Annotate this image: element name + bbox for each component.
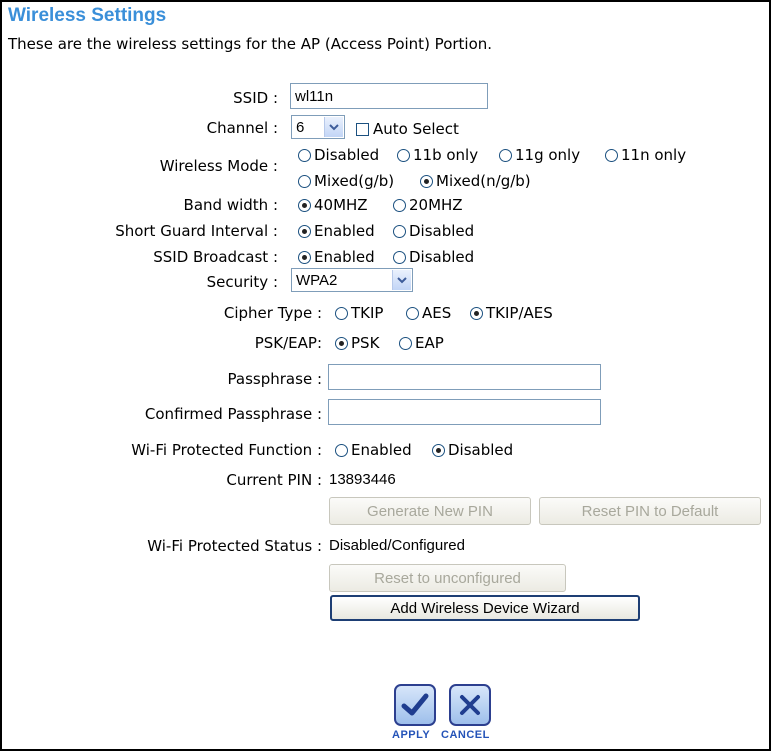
- wps-function-option-enabled[interactable]: Enabled: [335, 440, 412, 460]
- option-label: Disabled: [448, 441, 514, 459]
- cancel-button[interactable]: [449, 684, 491, 726]
- option-label: 20MHZ: [409, 196, 463, 214]
- ssid-input[interactable]: [290, 83, 488, 109]
- page-title: Wireless Settings: [8, 5, 167, 26]
- band-width-option-20mhz[interactable]: 20MHZ: [393, 195, 463, 215]
- eap-option[interactable]: EAP: [399, 333, 444, 353]
- passphrase-input[interactable]: [328, 364, 601, 390]
- radio-icon[interactable]: [393, 224, 406, 238]
- cipher-option-tkip-aes[interactable]: TKIP/AES: [470, 303, 553, 323]
- radio-icon[interactable]: [399, 336, 412, 350]
- passphrase-label: Passphrase :: [227, 370, 322, 388]
- psk-option[interactable]: PSK: [335, 333, 379, 353]
- band-width-option-40mhz[interactable]: 40MHZ: [298, 195, 368, 215]
- radio-icon[interactable]: [393, 250, 406, 264]
- wps-function-option-disabled[interactable]: Disabled: [432, 440, 513, 460]
- band-width-label: Band width :: [183, 196, 278, 214]
- option-label: 40MHZ: [314, 196, 368, 214]
- sgi-option-disabled[interactable]: Disabled: [393, 221, 474, 241]
- radio-icon[interactable]: [499, 148, 512, 162]
- option-label: 11b only: [413, 146, 479, 164]
- apply-button[interactable]: [394, 684, 436, 726]
- radio-icon[interactable]: [335, 306, 348, 320]
- close-icon: [460, 695, 480, 715]
- auto-select-option[interactable]: Auto Select: [356, 119, 459, 139]
- option-label: Mixed(n/g/b): [436, 172, 531, 190]
- ssid-label: SSID :: [233, 89, 278, 107]
- radio-selected-icon[interactable]: [420, 174, 433, 188]
- current-pin-value: 13893446: [329, 471, 396, 488]
- wireless-mode-option-11b[interactable]: 11b only: [397, 145, 478, 165]
- option-label: TKIP/AES: [486, 304, 553, 322]
- wps-status-label: Wi-Fi Protected Status :: [147, 537, 322, 555]
- cipher-type-label: Cipher Type :: [223, 304, 322, 322]
- channel-select[interactable]: 6: [291, 115, 345, 139]
- radio-selected-icon[interactable]: [298, 198, 311, 212]
- radio-icon[interactable]: [298, 174, 311, 188]
- option-label: Enabled: [351, 441, 412, 459]
- option-label: EAP: [415, 334, 444, 352]
- option-label: TKIP: [351, 304, 384, 322]
- option-label: Enabled: [314, 222, 375, 240]
- radio-selected-icon[interactable]: [470, 306, 483, 320]
- confirmed-passphrase-input[interactable]: [328, 399, 601, 425]
- option-label: Disabled: [314, 146, 380, 164]
- auto-select-label: Auto Select: [373, 120, 459, 138]
- wps-status-value: Disabled/Configured: [329, 537, 465, 554]
- wireless-mode-option-11n[interactable]: 11n only: [605, 145, 686, 165]
- ssid-broadcast-label: SSID Broadcast :: [153, 248, 278, 266]
- option-label: Enabled: [314, 248, 375, 266]
- short-guard-interval-label: Short Guard Interval :: [115, 222, 278, 240]
- radio-icon[interactable]: [298, 148, 311, 162]
- ssid-broadcast-option-enabled[interactable]: Enabled: [298, 247, 375, 267]
- wireless-mode-option-mixed-gb[interactable]: Mixed(g/b): [298, 171, 394, 191]
- channel-label: Channel :: [206, 119, 278, 137]
- reset-to-unconfigured-button[interactable]: Reset to unconfigured: [329, 564, 566, 592]
- radio-icon[interactable]: [335, 443, 348, 457]
- wps-function-label: Wi-Fi Protected Function :: [131, 441, 322, 459]
- radio-selected-icon[interactable]: [335, 336, 348, 350]
- chevron-down-icon: [324, 117, 343, 137]
- option-label: Disabled: [409, 248, 475, 266]
- wireless-mode-option-disabled[interactable]: Disabled: [298, 145, 379, 165]
- wireless-mode-option-11g[interactable]: 11g only: [499, 145, 580, 165]
- radio-icon[interactable]: [393, 198, 406, 212]
- security-select[interactable]: WPA2: [291, 268, 413, 292]
- generate-new-pin-button[interactable]: Generate New PIN: [329, 497, 531, 525]
- settings-panel: Wireless Settings These are the wireless…: [0, 0, 771, 751]
- option-label: PSK: [351, 334, 380, 352]
- confirmed-passphrase-label: Confirmed Passphrase :: [144, 405, 322, 423]
- page-description: These are the wireless settings for the …: [8, 35, 493, 53]
- reset-pin-to-default-button[interactable]: Reset PIN to Default: [539, 497, 761, 525]
- current-pin-label: Current PIN :: [226, 471, 322, 489]
- security-select-value: WPA2: [296, 271, 338, 289]
- radio-selected-icon[interactable]: [432, 443, 445, 457]
- wireless-mode-label: Wireless Mode :: [159, 157, 278, 175]
- option-label: 11g only: [515, 146, 581, 164]
- option-label: 11n only: [621, 146, 687, 164]
- radio-selected-icon[interactable]: [298, 224, 311, 238]
- cipher-option-tkip[interactable]: TKIP: [335, 303, 383, 323]
- ssid-broadcast-option-disabled[interactable]: Disabled: [393, 247, 474, 267]
- channel-select-value: 6: [296, 118, 305, 136]
- auto-select-checkbox[interactable]: [356, 122, 369, 136]
- checkmark-icon: [401, 693, 429, 716]
- add-wireless-device-wizard-button[interactable]: Add Wireless Device Wizard: [330, 595, 640, 621]
- option-label: Disabled: [409, 222, 475, 240]
- radio-selected-icon[interactable]: [298, 250, 311, 264]
- option-label: AES: [422, 304, 452, 322]
- radio-icon[interactable]: [605, 148, 618, 162]
- psk-eap-label: PSK/EAP:: [254, 334, 322, 352]
- cipher-option-aes[interactable]: AES: [406, 303, 451, 323]
- chevron-down-icon: [392, 270, 411, 290]
- option-label: Mixed(g/b): [314, 172, 395, 190]
- apply-label[interactable]: APPLY: [392, 729, 430, 741]
- cancel-label[interactable]: CANCEL: [441, 729, 490, 741]
- radio-icon[interactable]: [406, 306, 419, 320]
- security-label: Security :: [206, 273, 278, 291]
- radio-icon[interactable]: [397, 148, 410, 162]
- wireless-mode-option-mixed-ngb[interactable]: Mixed(n/g/b): [420, 171, 531, 191]
- sgi-option-enabled[interactable]: Enabled: [298, 221, 375, 241]
